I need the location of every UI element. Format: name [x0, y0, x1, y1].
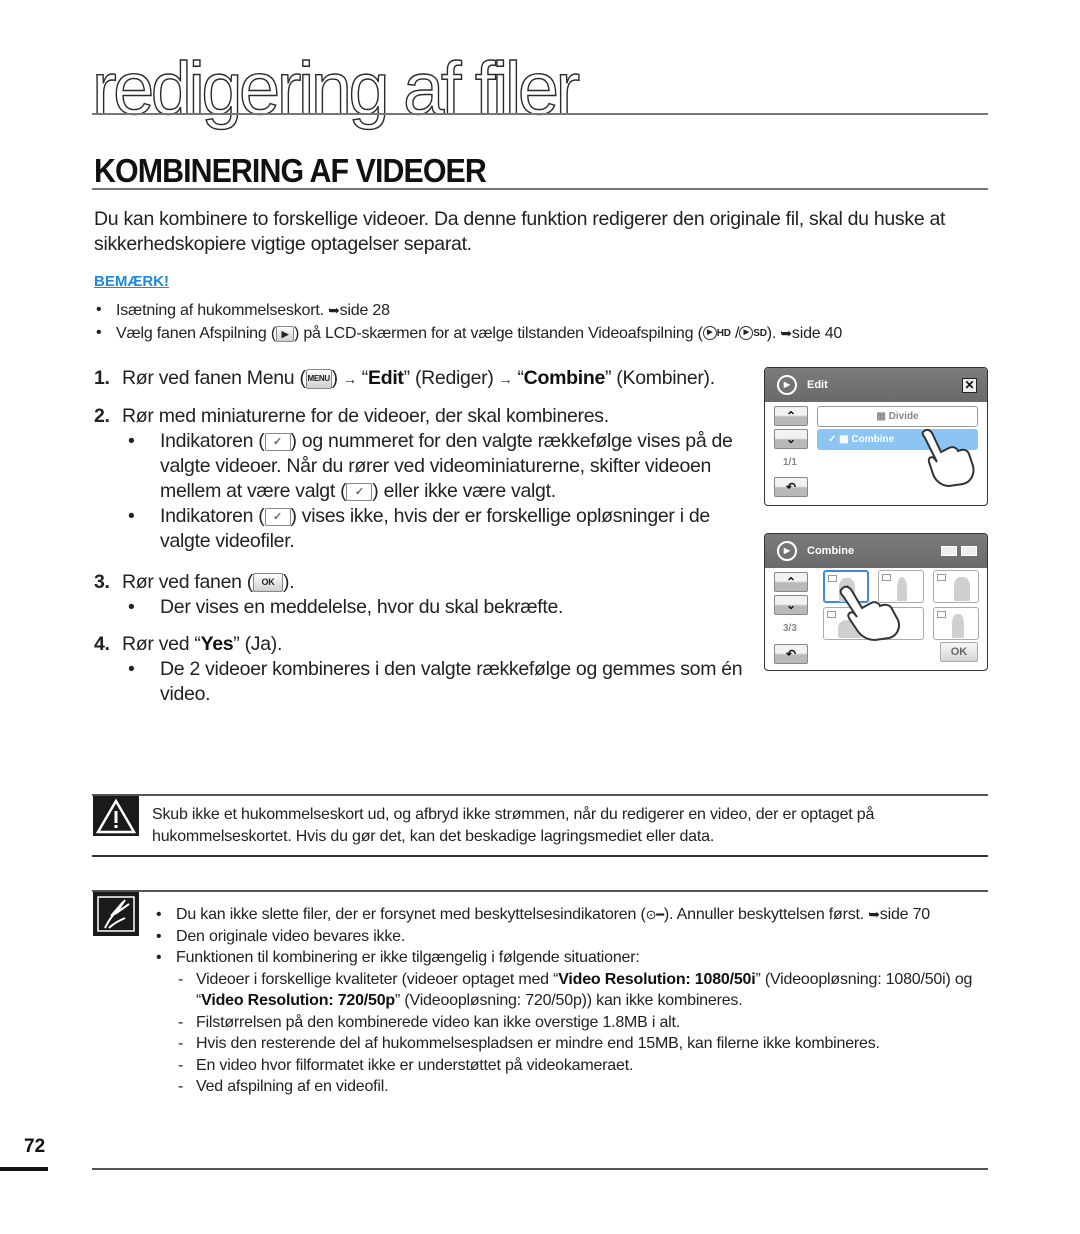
- warning-icon: [93, 796, 139, 836]
- notes-item: Funktionen til kombinering er ikke tilgæ…: [154, 947, 994, 1098]
- lcd-combine-screen: ▶ Combine ⌃ ⌄ 3/3 ↶ 1 OK: [764, 533, 988, 671]
- menu-tab-icon: MENU: [305, 368, 332, 389]
- checkbox[interactable]: [937, 574, 946, 581]
- page-ref-arrow-icon: ➥: [868, 906, 880, 922]
- warning-divider-top: [92, 794, 988, 796]
- step-3: 3. Rør ved fanen (OK). Der vises en medd…: [94, 570, 744, 620]
- battery-icon: [961, 546, 977, 556]
- note-item: Isætning af hukommelseskort. ➥side 28: [94, 299, 994, 322]
- page-number-bar: [0, 1167, 48, 1171]
- scroll-up-button[interactable]: ⌃: [774, 406, 808, 426]
- close-button[interactable]: ✕: [962, 378, 977, 393]
- section-divider: [92, 188, 988, 190]
- checkbox[interactable]: [937, 611, 946, 618]
- combine-icon: ▦: [839, 434, 849, 445]
- video-thumbnail[interactable]: [933, 570, 979, 603]
- section-title: KOMBINERING AF VIDEOER: [94, 152, 487, 189]
- lcd-edit-screen: ▶ Edit ✕ ⌃ ⌄ 1/1 ↶ ▦ Divide ✓ ▦ Combine: [764, 367, 988, 506]
- scroll-down-button[interactable]: ⌄: [774, 595, 808, 615]
- touch-hand-icon: [839, 585, 900, 642]
- step-4: 4. Rør ved “Yes” (Ja). De 2 videoer komb…: [94, 632, 744, 707]
- situation-item: Filstørrelsen på den kombinerede video k…: [176, 1012, 994, 1034]
- warning-text: Skub ikke et hukommelseskort ud, og afbr…: [152, 806, 875, 845]
- situation-item: Videoer i forskellige kvaliteter (videoe…: [176, 969, 994, 1012]
- step-1: 1. Rør ved fanen Menu (MENU) → “Edit” (R…: [94, 367, 715, 389]
- back-button[interactable]: ↶: [774, 644, 808, 664]
- notes-item: Du kan ikke slette filer, der er forsyne…: [154, 904, 994, 926]
- warning-divider-bottom: [92, 855, 988, 857]
- step-2-sub-2: Indikatoren (✓) vises ikke, hvis der er …: [128, 504, 744, 554]
- lcd-title: Edit: [807, 379, 828, 391]
- situation-item: En video hvor filformatet ikke er unders…: [176, 1055, 994, 1077]
- step-2-sub-1: Indikatoren (✓) og nummeret for den valg…: [128, 429, 744, 504]
- situation-item: Ved afspilning af en videofil.: [176, 1076, 994, 1098]
- arrow-icon: →: [498, 371, 513, 387]
- note-item: Vælg fanen Afspilning (▶) på LCD-skærmen…: [94, 322, 994, 345]
- touch-hand-icon: [921, 428, 975, 488]
- video-thumbnail[interactable]: [933, 607, 979, 640]
- menu-item-divide[interactable]: ▦ Divide: [817, 406, 978, 427]
- check-icon: ✓: [828, 434, 837, 445]
- lcd-header: ▶ Combine: [765, 534, 987, 568]
- ok-tab-icon: OK: [252, 573, 283, 593]
- note-label: BEMÆRK!: [94, 273, 169, 290]
- play-tab-icon: ▶: [275, 325, 294, 342]
- step-4-sub-1: De 2 videoer kombineres i den valgte ræk…: [128, 657, 744, 707]
- intro-paragraph: Du kan kombinere to forskellige videoer.…: [94, 208, 946, 255]
- chapter-divider: [92, 113, 988, 115]
- selection-indicator-icon: ✓: [264, 507, 291, 526]
- page-counter: 3/3: [783, 623, 797, 634]
- page-ref-arrow-icon: ➥: [780, 325, 792, 341]
- lcd-header: ▶ Edit ✕: [765, 368, 987, 402]
- video-playback-icon: ▶: [777, 375, 797, 395]
- page-number: 72: [24, 1136, 46, 1157]
- scroll-up-button[interactable]: ⌃: [774, 572, 808, 592]
- page-ref-link[interactable]: side 28: [340, 302, 390, 319]
- ok-button[interactable]: OK: [940, 642, 978, 662]
- note-pencil-icon: [93, 892, 139, 936]
- video-playback-icon: ▶: [777, 541, 797, 561]
- video-hd-mode-icon: ▶ HD: [702, 323, 731, 345]
- back-button[interactable]: ↶: [774, 477, 808, 497]
- checkbox[interactable]: [882, 574, 891, 581]
- protect-key-icon: ⊙━: [645, 907, 665, 922]
- steps-list: 1. Rør ved fanen Menu (MENU) → “Edit” (R…: [94, 366, 744, 719]
- page-counter: 1/1: [783, 457, 797, 468]
- notes-divider-top: [92, 890, 988, 892]
- notes-list: Du kan ikke slette filer, der er forsyne…: [154, 904, 994, 1098]
- divide-icon: ▦: [876, 411, 886, 422]
- notes-item: Den originale video bevares ikke.: [154, 926, 994, 948]
- step-3-sub-1: Der vises en meddelelse, hvor du skal be…: [128, 595, 744, 620]
- selection-indicator-icon: ✓: [346, 482, 373, 501]
- bottom-divider: [92, 1168, 988, 1170]
- unavailable-situations-list: Videoer i forskellige kvaliteter (videoe…: [176, 969, 994, 1098]
- page-ref-arrow-icon: ➥: [328, 302, 340, 318]
- memory-card-icon: [941, 546, 957, 556]
- arrow-icon: →: [342, 371, 357, 387]
- video-sd-mode-icon: ▶ SD: [739, 323, 767, 345]
- page-ref-link[interactable]: side 70: [880, 906, 930, 923]
- lcd-title: Combine: [807, 545, 855, 557]
- note-list: Isætning af hukommelseskort. ➥side 28 Væ…: [94, 299, 994, 345]
- checkbox[interactable]: [828, 575, 837, 582]
- selection-indicator-icon: ✓: [264, 432, 291, 451]
- page-ref-link[interactable]: side 40: [792, 325, 842, 342]
- scroll-down-button[interactable]: ⌄: [774, 429, 808, 449]
- situation-item: Hvis den resterende del af hukommelsespl…: [176, 1033, 994, 1055]
- step-2: 2. Rør med miniaturerne for de videoer, …: [94, 404, 744, 554]
